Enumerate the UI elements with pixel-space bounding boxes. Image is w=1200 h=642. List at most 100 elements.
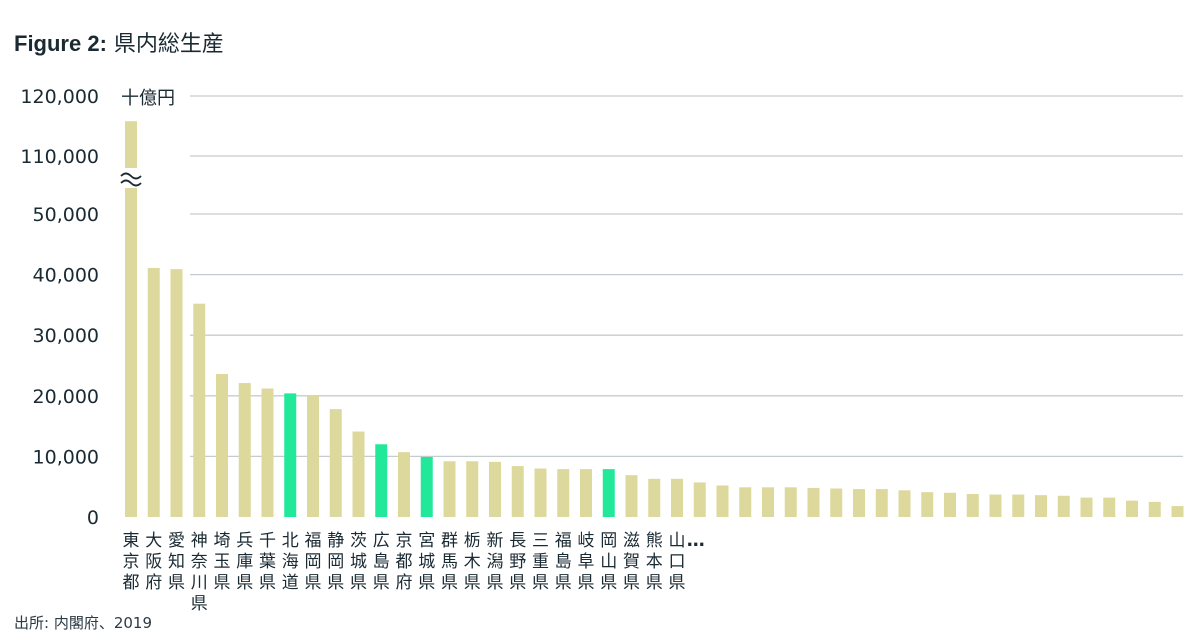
category-label-char: 潟 <box>487 552 504 572</box>
category-label-char: 千 <box>259 531 276 551</box>
bar <box>329 409 342 517</box>
bar <box>352 431 365 517</box>
category-label-char: 広 <box>373 531 390 551</box>
bar <box>1148 501 1161 517</box>
category-label-char: 県 <box>487 573 504 593</box>
bar <box>511 466 524 517</box>
category-label-char: 県 <box>532 573 549 593</box>
category-label-char: 県 <box>259 573 276 593</box>
category-label-char: 山 <box>600 552 617 572</box>
category-label-char: 葉 <box>259 552 276 572</box>
category-label-char: 熊 <box>646 531 663 551</box>
category-label-char: 大 <box>145 531 162 551</box>
category-label-char: 山 <box>669 531 686 551</box>
bar <box>216 373 228 517</box>
category-label-char: 県 <box>555 573 572 593</box>
category-label-char: 北 <box>282 531 299 551</box>
bar <box>1171 506 1184 517</box>
y-tick-label: 110,000 <box>20 146 99 168</box>
category-label-char: 福 <box>555 531 572 551</box>
bar <box>966 493 979 517</box>
category-label-char: 三 <box>532 531 549 551</box>
category-label-char: 県 <box>191 594 208 612</box>
category-label-char: 県 <box>305 573 322 593</box>
category-label-char: 兵 <box>236 531 253 551</box>
category-label-char: 阪 <box>145 552 162 572</box>
category-label-char: 府 <box>145 573 162 593</box>
category-label-char: 本 <box>646 552 663 572</box>
y-tick-label: 30,000 <box>33 325 99 347</box>
bar <box>238 383 251 517</box>
bar <box>307 395 319 517</box>
bar <box>284 393 297 517</box>
category-label-char: 県 <box>509 573 526 593</box>
bar <box>557 469 570 517</box>
category-label-char: 愛 <box>168 531 185 551</box>
bar <box>853 489 865 517</box>
bar <box>989 494 1002 517</box>
category-label-char: 県 <box>168 573 185 593</box>
category-label-char: 木 <box>464 552 481 572</box>
category-label-char: 京 <box>396 531 413 551</box>
category-label-char: 城 <box>350 552 367 572</box>
figure: Figure 2: 県内総生産 0 10,000 20,000 30,000 40,00… <box>0 0 1200 642</box>
source-note: 出所: 内閣府、2019 <box>14 614 152 632</box>
category-label-char: 岡 <box>327 552 344 572</box>
bar <box>739 487 752 517</box>
category-label-char: 滋 <box>623 531 640 551</box>
category-label-char: 静 <box>327 531 344 551</box>
category-label-char: 宮 <box>418 531 435 551</box>
bar <box>1126 500 1138 517</box>
bar <box>875 489 888 517</box>
category-label-char: 県 <box>418 573 435 593</box>
bar-chart: 0 10,000 20,000 30,000 40,000 50,000 110,000 12… <box>20 86 1184 612</box>
bar <box>944 492 956 517</box>
category-label-char: 長 <box>509 531 526 551</box>
bar <box>602 469 615 517</box>
bar <box>489 461 501 517</box>
category-label-char: 川 <box>191 573 208 593</box>
category-label-char: 新 <box>487 531 504 551</box>
bar <box>147 267 160 517</box>
bar <box>1035 495 1047 517</box>
category-label-char: 県 <box>373 573 390 593</box>
category-label-char: 玉 <box>214 552 231 572</box>
category-label-char: 東 <box>123 531 140 551</box>
y-tick-label: 50,000 <box>33 204 99 226</box>
category-label-char: 県 <box>464 573 481 593</box>
bar <box>1103 497 1116 517</box>
category-label-char: 道 <box>282 573 299 593</box>
y-tick-label: 40,000 <box>33 265 99 287</box>
category-label-char: 奈 <box>191 552 208 572</box>
category-label-char: 島 <box>373 552 390 572</box>
category-label-char: 栃 <box>464 531 481 551</box>
category-label-char: 城 <box>418 552 435 572</box>
category-label-char: 知 <box>168 552 185 572</box>
bar <box>671 478 683 517</box>
bar <box>784 487 797 517</box>
bar <box>420 457 433 517</box>
y-tick-label: 20,000 <box>33 386 99 408</box>
bar <box>693 482 706 517</box>
category-label-char: 神 <box>191 531 208 551</box>
category-label-char: 野 <box>509 552 526 572</box>
category-label-char: 都 <box>123 573 140 593</box>
category-label-char: 都 <box>396 552 413 572</box>
category-label-char: 県 <box>214 573 231 593</box>
bar <box>648 478 661 517</box>
category-label-char: 口 <box>669 552 686 572</box>
bar <box>580 469 592 517</box>
bar <box>807 487 820 517</box>
category-label-char: 阜 <box>578 552 595 572</box>
bar <box>1057 495 1070 517</box>
category-label-char: 賀 <box>623 552 640 572</box>
bar <box>443 461 456 517</box>
category-label-char: 県 <box>350 573 367 593</box>
category-label-char: 県 <box>669 573 686 593</box>
category-label-char: 岐 <box>578 531 595 551</box>
bar <box>1012 494 1025 517</box>
bar <box>921 492 934 517</box>
bar <box>193 303 206 517</box>
bar <box>762 487 774 517</box>
category-label-char: 県 <box>236 573 253 593</box>
